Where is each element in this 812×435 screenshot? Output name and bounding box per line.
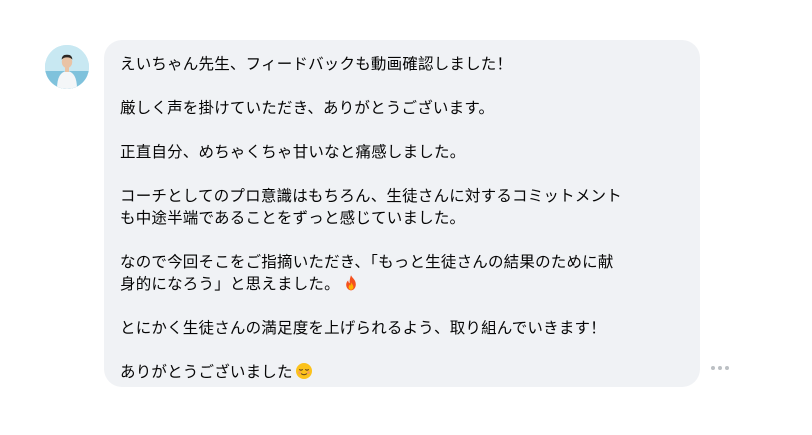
message-row: えいちゃん先生、フィードバックも動画確認しました！ 厳しく声を掛けていただき、あ… bbox=[0, 0, 812, 435]
message-line: も中途半端であることをずっと感じていました。 bbox=[120, 209, 466, 227]
more-options-button[interactable] bbox=[706, 358, 734, 378]
more-dot bbox=[718, 366, 722, 370]
message-line: 厳しく声を掛けていただき、ありがとうございます。 bbox=[120, 99, 495, 117]
more-dot bbox=[711, 366, 715, 370]
relieved-face-icon bbox=[295, 362, 313, 380]
message-line-with-emoji: 身的になろう」と思えました。 bbox=[120, 273, 684, 295]
message-line: なので今回そこをご指摘いただき、「もっと生徒さんの結果のために献 bbox=[120, 253, 614, 271]
message-line: 正直自分、めちゃくちゃ甘いなと痛感しました。 bbox=[120, 143, 466, 161]
message-line-text: ありがとうございました bbox=[120, 363, 293, 381]
message-line: えいちゃん先生、フィードバックも動画確認しました！ bbox=[120, 55, 513, 73]
more-dot bbox=[725, 366, 729, 370]
sender-avatar[interactable] bbox=[45, 45, 89, 89]
fire-icon bbox=[342, 274, 360, 292]
message-line: とにかく生徒さんの満足度を上げられるよう、取り組んでいきます！ bbox=[120, 319, 606, 337]
avatar-photo bbox=[45, 45, 89, 89]
message-bubble[interactable]: えいちゃん先生、フィードバックも動画確認しました！ 厳しく声を掛けていただき、あ… bbox=[104, 40, 700, 387]
message-line-with-emoji: ありがとうございました bbox=[120, 361, 684, 383]
message-line: コーチとしてのプロ意識はもちろん、生徒さんに対するコミットメント bbox=[120, 187, 622, 205]
message-line-text: 身的になろう」と思えました。 bbox=[120, 275, 340, 293]
